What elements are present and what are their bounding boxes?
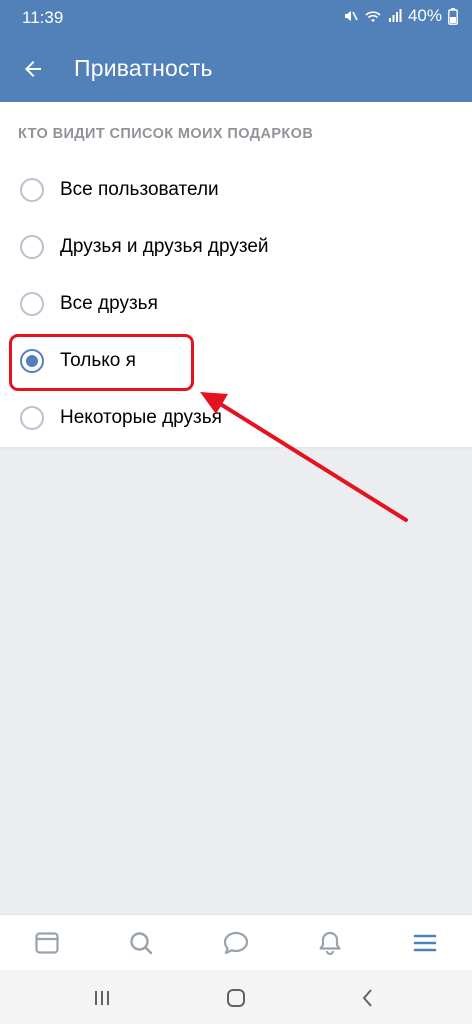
tab-search[interactable] (125, 927, 157, 959)
option-some-friends[interactable]: Некоторые друзья (0, 390, 472, 446)
status-bar: 11:39 40% (0, 0, 472, 36)
annotation-highlight-box (9, 334, 194, 391)
bottom-tab-bar (0, 914, 472, 970)
system-navigation-bar (0, 970, 472, 1024)
radio-button[interactable] (20, 178, 44, 202)
search-icon (130, 932, 153, 955)
back-button[interactable] (12, 48, 54, 90)
option-all-users[interactable]: Все пользователи (0, 162, 472, 218)
tab-notifications[interactable] (314, 927, 346, 959)
radio-button[interactable] (20, 235, 44, 259)
menu-icon (413, 934, 437, 952)
battery-percent: 40% (407, 6, 442, 25)
home-button[interactable] (222, 984, 250, 1012)
recents-icon (95, 991, 109, 1005)
radio-button[interactable] (20, 406, 44, 430)
option-label: Друзья и друзья друзей (60, 236, 269, 257)
app-bar: Приватность (0, 36, 472, 102)
tab-messages[interactable] (220, 927, 252, 959)
tab-news[interactable] (31, 927, 63, 959)
radio-button[interactable] (20, 292, 44, 316)
wifi-icon (364, 8, 382, 24)
option-friends-of-friends[interactable]: Друзья и друзья друзей (0, 219, 472, 275)
news-icon (35, 932, 59, 954)
home-icon (227, 989, 245, 1007)
arrow-left-icon (25, 61, 41, 77)
recents-button[interactable] (88, 984, 116, 1012)
messages-icon (223, 931, 249, 955)
system-back-button[interactable] (354, 984, 382, 1012)
section-header: КТО ВИДИТ СПИСОК МОИХ ПОДАРКОВ (18, 126, 314, 142)
status-time: 11:39 (22, 8, 64, 27)
option-label: Все пользователи (60, 179, 219, 200)
option-label: Некоторые друзья (60, 407, 222, 428)
back-icon (363, 989, 372, 1007)
option-label: Все друзья (60, 293, 158, 314)
status-icons: 40% (342, 6, 458, 26)
notifications-icon (319, 931, 341, 956)
tab-menu[interactable] (409, 927, 441, 959)
mute-icon (342, 8, 358, 24)
privacy-options-card: КТО ВИДИТ СПИСОК МОИХ ПОДАРКОВ Все польз… (0, 102, 472, 447)
page-title: Приватность (74, 55, 213, 81)
option-all-friends[interactable]: Все друзья (0, 276, 472, 332)
signal-icon (388, 9, 402, 23)
battery-icon (448, 7, 458, 25)
